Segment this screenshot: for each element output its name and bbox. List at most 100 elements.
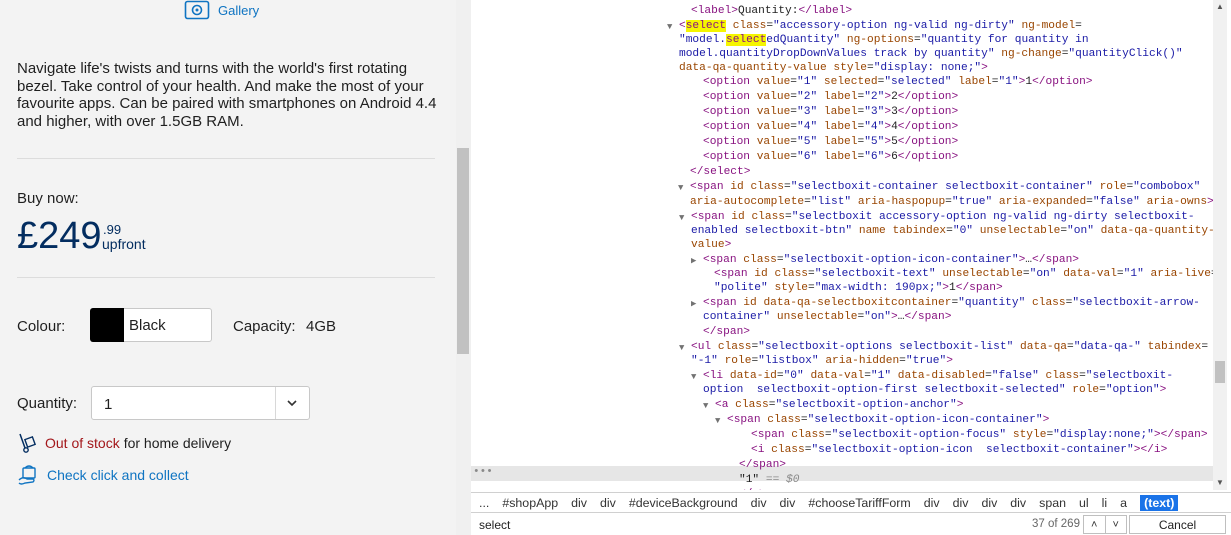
breadcrumb-item[interactable]: div [953,496,969,510]
code-token: "selectboxit accessory-option ng-valid n… [791,211,1195,223]
code-line[interactable]: <label>Quantity:</label> [691,4,852,19]
breadcrumb-item[interactable]: div [751,496,767,510]
scroll-up-icon[interactable]: ▲ [1216,2,1224,11]
breadcrumb-item[interactable]: div [571,496,587,510]
code-line[interactable]: <option value="5" label="5">5</option> [703,135,958,150]
code-line[interactable]: enabled selectboxit-btn" name tabindex="… [691,224,1213,239]
code-token: "2" [864,91,885,103]
collapsed-arrow-icon[interactable]: ▶ [691,254,696,269]
gallery-link[interactable]: Gallery [184,0,259,20]
breadcrumb-item[interactable]: div [780,496,796,510]
code-token: class [1045,370,1080,382]
code-token: "selectboxit-option-focus" [831,429,1007,441]
code-line[interactable]: aria-autocomplete="list" aria-haspopup="… [690,195,1213,210]
code-line[interactable]: <option value="1" selected="selected" la… [703,75,1093,90]
code-line[interactable]: model.quantityDropDownValues track by qu… [679,47,1183,62]
code-line[interactable]: ▼ <span class="selectboxit-option-icon-co… [715,413,1049,428]
more-dots-icon[interactable]: ••• [473,466,493,478]
click-collect-link[interactable]: Check click and collect [17,464,189,486]
breadcrumb-item[interactable]: #shopApp [502,496,558,510]
code-line[interactable]: <option value="4" label="4">4</option> [703,120,958,135]
code-token: </span> [1032,254,1080,266]
code-line[interactable]: ▼ <span id class="selectboxit-container s… [678,180,1200,195]
code-line[interactable]: </a> [739,487,766,490]
code-line[interactable]: <i class="selectboxit-option-icon select… [751,443,1167,458]
scrollbar-thumb[interactable] [1215,361,1225,383]
code-line[interactable]: ▼ <li data-id="0" data-val="1" data-disab… [691,369,1173,384]
breadcrumb-item[interactable]: li [1102,496,1108,510]
quantity-value: 1 [104,396,113,413]
code-token: "2" [797,91,818,103]
code-line[interactable]: <option value="6" label="6">6</option> [703,150,958,165]
code-line[interactable]: ▶ <span id data-qa-selectboxitcontainer="… [691,296,1200,311]
code-line[interactable]: container" unselectable="on">…</span> [703,310,951,325]
code-line[interactable]: </span> [703,325,750,340]
code-line[interactable]: </select> [690,165,750,180]
scroll-down-icon[interactable]: ▼ [1216,478,1224,487]
code-line[interactable]: data-qa-quantity-value style="display: n… [679,61,988,76]
code-line[interactable]: "1" == $0 [739,473,799,488]
code-token: tabindex [892,225,947,237]
breadcrumb-item[interactable]: #chooseTariffForm [808,496,910,510]
search-input[interactable] [479,517,999,533]
breadcrumb-item[interactable]: div [600,496,616,510]
code-token: "false" [1092,196,1140,208]
code-token: <option [703,121,750,133]
breadcrumb-item[interactable]: div [924,496,940,510]
breadcrumb-item[interactable]: span [1039,496,1066,510]
code-token: aria-owns [1146,196,1208,208]
expanded-arrow-icon[interactable]: ▼ [679,211,684,226]
code-line[interactable]: value> [691,238,731,253]
code-token: "1" [797,76,818,88]
search-prev-button[interactable]: ˄ [1084,516,1105,533]
expanded-arrow-icon[interactable]: ▼ [691,370,696,385]
quantity-select[interactable]: 1 [91,386,310,420]
code-line[interactable]: option selectboxit-option-first selectbo… [703,383,1166,398]
expanded-arrow-icon[interactable]: ▼ [678,181,683,196]
code-token: class [717,341,752,353]
code-line[interactable]: "polite" style="max-width: 190px;">1</sp… [714,281,1003,296]
code-line[interactable]: ▼ <span id class="selectboxit accessory-o… [679,210,1195,225]
breadcrumb-item[interactable]: (text) [1140,494,1179,511]
code-token: 5 [891,136,898,148]
hand-bag-icon [18,465,36,485]
breadcrumb-item[interactable]: div [981,496,997,510]
code-line[interactable]: <option value="2" label="2">2</option> [703,90,958,105]
breadcrumb-item[interactable]: div [1010,496,1026,510]
code-token: = [985,370,992,382]
cancel-button[interactable]: Cancel [1129,515,1226,534]
code-line[interactable]: ▼ <ul class = "selectboxit-options selectbo… [679,340,1208,355]
code-line[interactable]: ▼ <a class="selectboxit-option-anchor"> [703,398,963,413]
breadcrumb-item[interactable]: #deviceBackground [629,496,738,510]
search-next-button[interactable]: ˅ [1104,516,1127,533]
code-line[interactable]: </span> [739,458,786,473]
breadcrumb-item[interactable]: ul [1079,496,1089,510]
scrollbar-thumb[interactable] [457,148,469,354]
page-scrollbar[interactable] [456,0,471,535]
code-line[interactable]: "model.selectedQuantity" ng-options="qua… [679,33,1089,48]
code-line[interactable]: ▶ <span class="selectboxit-option-icon-co… [691,253,1080,268]
code-token: "3" [797,106,818,118]
expanded-arrow-icon[interactable]: ▼ [703,399,708,414]
colour-selector[interactable]: Black [90,307,212,342]
code-line[interactable]: <span id class="selectboxit-text" unsele… [714,267,1213,282]
code-line[interactable]: <option value="3" label="3">3</option> [703,105,958,120]
collapsed-arrow-icon[interactable]: ▶ [691,297,696,312]
expanded-arrow-icon[interactable]: ▼ [679,341,684,356]
match-count: 37 of 269 [1032,518,1080,530]
expanded-arrow-icon[interactable]: ▼ [667,20,672,35]
code-line[interactable]: ▼ <select class = "accessory-option ng-vali… [667,19,1082,34]
code-line[interactable]: <span class="selectboxit-option-focus" s… [751,428,1208,443]
breadcrumb-item[interactable]: ... [479,496,489,510]
breadcrumb-item[interactable]: a [1120,496,1127,510]
expanded-arrow-icon[interactable]: ▼ [715,414,720,429]
code-token: <ul [691,341,712,353]
code-line[interactable]: "-1" role="listbox" aria-hidden="true"> [691,354,953,369]
elements-scrollbar[interactable]: ▲ ▼ [1213,0,1227,490]
elements-tree[interactable]: ••• <label>Quantity:</label> ▼ <select cla… [471,0,1213,490]
